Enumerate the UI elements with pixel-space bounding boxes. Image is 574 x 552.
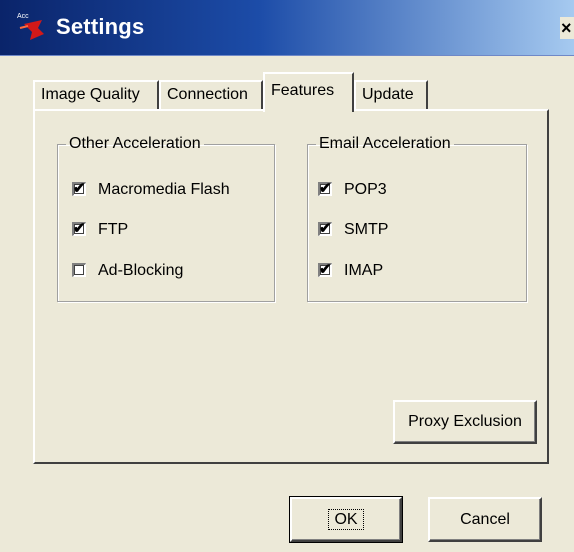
ok-button-label: OK (328, 508, 364, 530)
svg-text:Acc: Acc (17, 13, 29, 20)
features-panel: Other Acceleration ✔ Macromedia Flash ✔ … (33, 109, 549, 464)
checkmark-icon: ✔ (73, 220, 86, 237)
checkbox-box[interactable]: ✔ (318, 261, 332, 278)
tab-image-quality[interactable]: Image Quality (33, 80, 159, 111)
tab-features[interactable]: Features (263, 72, 354, 112)
window-title: Settings (56, 14, 145, 39)
email-acceleration-legend: Email Acceleration (319, 135, 451, 152)
title-bar[interactable]: Acc Settings × (0, 0, 574, 56)
tab-label: Features (271, 82, 335, 99)
checkbox-box[interactable]: ✔ (72, 220, 86, 237)
tab-update[interactable]: Update (354, 80, 428, 111)
proxy-exclusion-button[interactable]: Proxy Exclusion (393, 400, 537, 444)
close-icon[interactable]: × (560, 17, 574, 39)
other-acceleration-group: Other Acceleration ✔ Macromedia Flash ✔ … (57, 135, 275, 302)
checkbox-label: SMTP (344, 221, 389, 238)
checkbox-box[interactable]: ✔ (72, 180, 86, 197)
checkbox-label: Ad-Blocking (98, 262, 184, 279)
tab-label: Image Quality (41, 86, 140, 103)
tab-label: Update (362, 86, 414, 103)
checkbox-box[interactable]: ✔ (318, 220, 332, 237)
checkbox-label: FTP (98, 221, 129, 238)
checkbox-label: POP3 (344, 181, 387, 198)
app-logo-icon: Acc (17, 13, 44, 40)
checkbox-box[interactable] (72, 263, 86, 277)
ok-button[interactable]: OK (289, 496, 403, 543)
other-acceleration-legend: Other Acceleration (69, 135, 201, 152)
checkbox-label: IMAP (344, 262, 384, 279)
tab-connection[interactable]: Connection (159, 80, 263, 111)
checkbox-box[interactable]: ✔ (318, 180, 332, 197)
checkmark-icon: ✔ (319, 220, 332, 237)
email-acceleration-group: Email Acceleration ✔ POP3 ✔ SMTP ✔ IMAP (307, 135, 527, 302)
checkmark-icon: ✔ (319, 261, 332, 278)
checkbox-label: Macromedia Flash (98, 181, 230, 198)
tab-label: Connection (167, 86, 248, 103)
cancel-button[interactable]: Cancel (428, 497, 542, 542)
checkmark-icon: ✔ (73, 180, 86, 197)
checkmark-icon: ✔ (319, 180, 332, 197)
